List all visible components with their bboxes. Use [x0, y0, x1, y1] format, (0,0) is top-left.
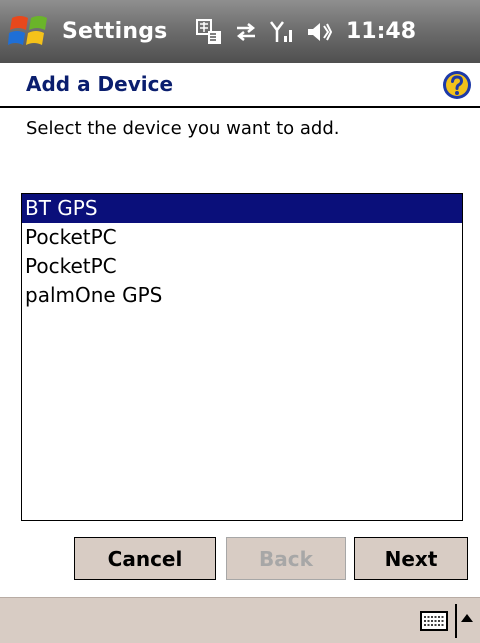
- connectivity-icon[interactable]: [234, 21, 258, 43]
- start-menu-icon[interactable]: [8, 12, 52, 50]
- device-list-item[interactable]: palmOne GPS: [22, 281, 462, 310]
- menu-divider: [455, 604, 457, 638]
- page-header: Add a Device: [0, 63, 480, 108]
- keyboard-icon[interactable]: [420, 611, 448, 635]
- menu-bar: [0, 597, 480, 643]
- input-method-icon[interactable]: [196, 18, 222, 45]
- cancel-button[interactable]: Cancel: [74, 537, 216, 580]
- clock[interactable]: 11:48: [346, 0, 416, 63]
- signal-icon[interactable]: [270, 20, 294, 44]
- app-title[interactable]: Settings: [62, 0, 167, 63]
- title-bar: Settings 11:48: [0, 0, 480, 63]
- help-icon[interactable]: [442, 70, 472, 100]
- device-list[interactable]: BT GPS PocketPC PocketPC palmOne GPS: [21, 193, 463, 521]
- device-list-item[interactable]: PocketPC: [22, 252, 462, 281]
- instruction-text: Select the device you want to add.: [26, 118, 340, 139]
- status-area: 11:48: [196, 0, 416, 63]
- sip-arrow-icon[interactable]: [461, 614, 473, 622]
- speaker-icon[interactable]: [306, 20, 332, 44]
- device-list-item[interactable]: PocketPC: [22, 223, 462, 252]
- device-list-item-selected[interactable]: BT GPS: [22, 194, 462, 223]
- next-button[interactable]: Next: [354, 537, 468, 580]
- page-title: Add a Device: [26, 72, 174, 96]
- back-button[interactable]: Back: [226, 537, 346, 580]
